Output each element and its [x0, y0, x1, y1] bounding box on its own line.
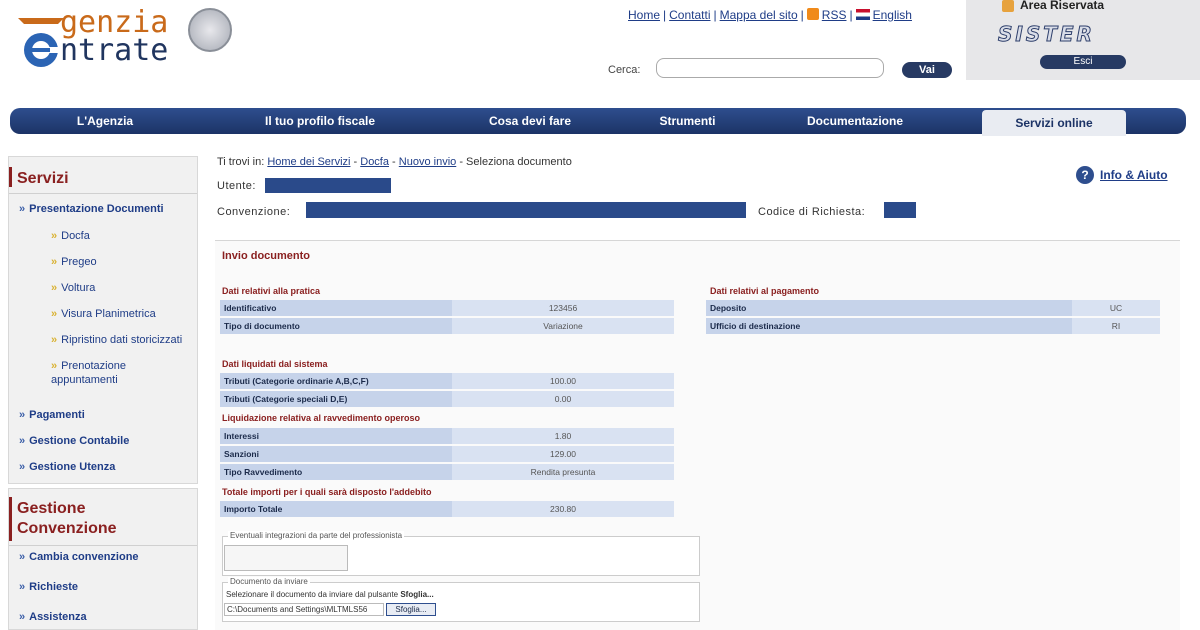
convention-box: Gestione Convenzione » Cambia convenzione… — [8, 488, 198, 630]
main-nav: L'Agenzia Il tuo profilo fiscale Cosa de… — [10, 108, 1186, 136]
document-fieldset — [222, 582, 700, 622]
reserved-area-title[interactable]: Area Riservata — [1020, 0, 1104, 12]
payment-section-title: Dati relativi al pagamento — [710, 286, 820, 296]
reserved-area: Area Riservata SISTER Esci — [966, 0, 1200, 80]
integrations-legend: Eventuali integrazioni da parte del prof… — [228, 531, 405, 540]
nav-agenzia[interactable]: L'Agenzia — [40, 108, 170, 134]
practice-section-title: Dati relativi alla pratica — [222, 286, 321, 296]
nav-documentazione[interactable]: Documentazione — [780, 108, 930, 134]
system-section-title: Dati liquidati dal sistema — [222, 359, 328, 369]
sidebar-sub-docfa[interactable]: » Docfa — [51, 229, 90, 243]
document-hint: Selezionare il documento da inviare dal … — [226, 590, 434, 599]
info-help-link[interactable]: ? Info & Aiuto — [1076, 166, 1168, 184]
agenzia-entrate-logo[interactable]: genzia ntrate — [8, 2, 238, 82]
exit-button[interactable]: Esci — [1040, 55, 1126, 69]
sidebar-item-gestione-contabile[interactable]: » Gestione Contabile — [19, 435, 129, 447]
sidebar-sub-voltura[interactable]: » Voltura — [51, 281, 95, 295]
table-row: Interessi 1.80 — [220, 428, 674, 444]
ravvedimento-section-title: Liquidazione relativa al ravvedimento op… — [222, 413, 421, 423]
sidebar-sub-pregeo[interactable]: » Pregeo — [51, 255, 97, 269]
sidebar-item-richieste[interactable]: » Richieste — [19, 581, 78, 593]
sidebar-item-presentazione[interactable]: » Presentazione Documenti — [19, 203, 164, 215]
browse-button[interactable]: Sfoglia... — [386, 603, 436, 616]
form-title: Invio documento — [222, 250, 310, 262]
request-code-label: Codice di Richiesta: — [758, 206, 866, 218]
search-input[interactable] — [656, 58, 884, 78]
table-row: Deposito UC — [706, 300, 1160, 316]
search-label: Cerca: — [608, 64, 641, 76]
user-value-redacted — [265, 178, 391, 193]
integrations-textarea[interactable] — [224, 545, 348, 571]
breadcrumb: Ti trovi in: Home dei Servizi - Docfa - … — [217, 156, 572, 168]
table-row: Tributi (Categorie ordinarie A,B,C,F) 10… — [220, 373, 674, 389]
sidebar-item-assistenza[interactable]: » Assistenza — [19, 611, 87, 623]
republic-emblem-icon — [188, 8, 232, 52]
link-contatti[interactable]: Contatti — [669, 8, 710, 22]
table-row: Ufficio di destinazione RI — [706, 318, 1160, 334]
link-mappa[interactable]: Mappa del sito — [720, 8, 798, 22]
logo-text-line2: ntrate — [60, 33, 169, 68]
nav-strumenti[interactable]: Strumenti — [630, 108, 745, 134]
table-row: Tipo di documento Variazione — [220, 318, 674, 334]
lock-icon — [1002, 0, 1014, 12]
user-label: Utente: — [217, 180, 256, 192]
services-box: Servizi » Presentazione Documenti » Docfa … — [8, 156, 198, 484]
sidebar-item-cambia-convenzione[interactable]: » Cambia convenzione — [19, 551, 139, 563]
file-path-input[interactable]: C:\Documents and Settings\MLTMLS56 — [224, 603, 384, 616]
breadcrumb-docfa[interactable]: Docfa — [360, 156, 389, 168]
link-rss[interactable]: RSS — [822, 8, 847, 22]
uk-flag-icon — [855, 9, 870, 20]
sidebar: Servizi » Presentazione Documenti » Docfa … — [8, 156, 198, 630]
sidebar-item-pagamenti[interactable]: » Pagamenti — [19, 409, 85, 421]
breadcrumb-nuovo-invio[interactable]: Nuovo invio — [399, 156, 456, 168]
link-home[interactable]: Home — [628, 8, 660, 22]
table-row: Sanzioni 129.00 — [220, 446, 674, 462]
sidebar-sub-prenotazione[interactable]: » Prenotazione appuntamenti — [51, 359, 161, 387]
convention-label: Convenzione: — [217, 206, 291, 218]
convention-title: Gestione Convenzione — [17, 500, 117, 537]
total-row: Importo Totale 230.80 — [220, 501, 674, 517]
nav-cosa-devi-fare[interactable]: Cosa devi fare — [465, 108, 595, 134]
table-row: Identificativo 123456 — [220, 300, 674, 316]
nav-servizi-online[interactable]: Servizi online — [982, 110, 1126, 136]
sister-logo: SISTER — [998, 22, 1095, 47]
sidebar-item-gestione-utenza[interactable]: » Gestione Utenza — [19, 461, 115, 473]
sidebar-sub-visura[interactable]: » Visura Planimetrica — [51, 307, 156, 321]
total-section-title: Totale importi per i quali sarà disposto… — [222, 487, 432, 497]
document-legend: Documento da inviare — [228, 577, 310, 586]
breadcrumb-home-servizi[interactable]: Home dei Servizi — [267, 156, 350, 168]
request-code-redacted — [884, 202, 916, 218]
services-title: Servizi — [17, 170, 69, 187]
breadcrumb-current: Seleziona documento — [466, 156, 572, 168]
help-icon: ? — [1076, 166, 1094, 184]
table-row: Tributi (Categorie speciali D,E) 0.00 — [220, 391, 674, 407]
nav-profilo-fiscale[interactable]: Il tuo profilo fiscale — [230, 108, 410, 134]
link-english[interactable]: English — [873, 8, 912, 22]
top-links: Home | Contatti | Mappa del sito | RSS | English — [628, 8, 912, 22]
convention-value-redacted — [306, 202, 746, 218]
rss-icon — [806, 8, 819, 20]
table-row: Tipo Ravvedimento Rendita presunta — [220, 464, 674, 480]
sidebar-sub-ripristino[interactable]: » Ripristino dati storicizzati — [51, 333, 182, 347]
search-button[interactable]: Vai — [902, 62, 952, 78]
